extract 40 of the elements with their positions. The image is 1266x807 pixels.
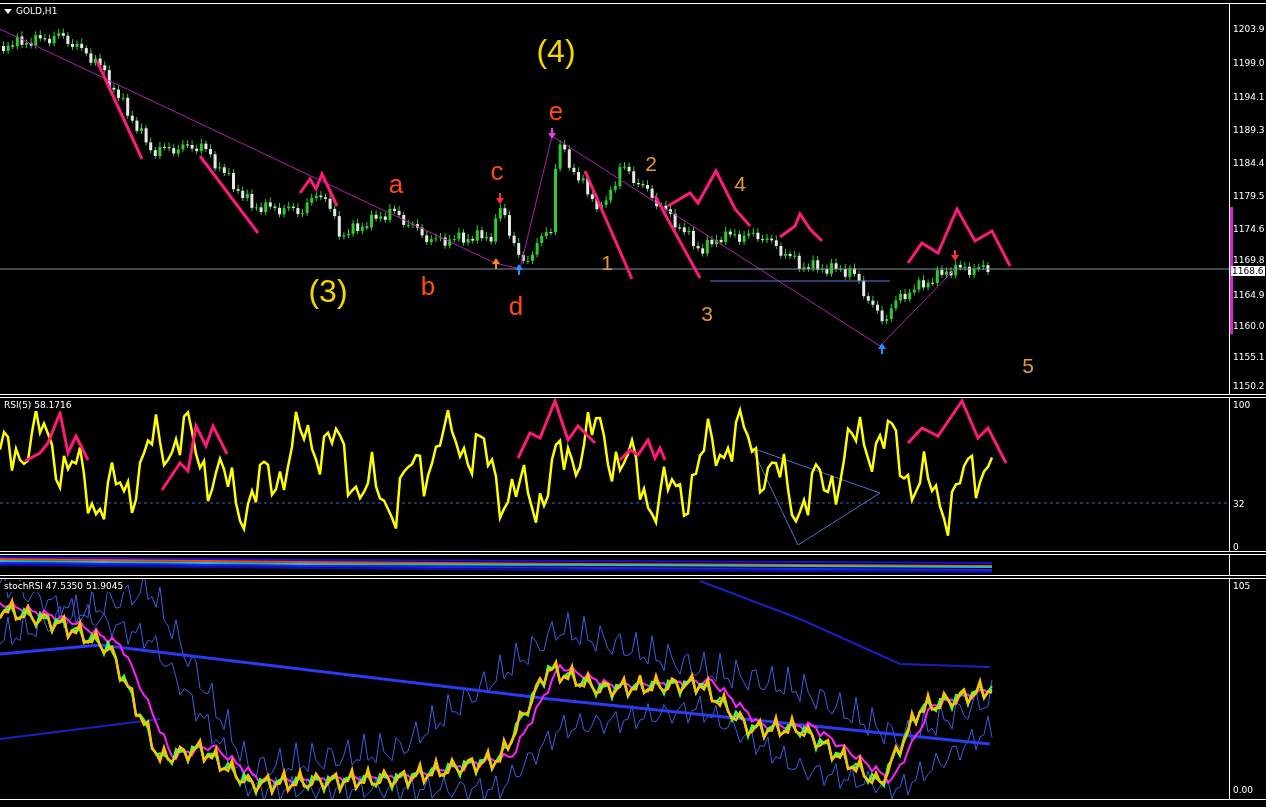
chart-title: stochRSI 47.5350 51.9045 (4, 581, 124, 592)
up-arrow-icon (492, 258, 500, 269)
axis-label: 1160.0 (1233, 321, 1265, 331)
price-label: 1168.6 (1231, 266, 1265, 276)
axis-label: 32 (1233, 499, 1245, 509)
wave-label: b (420, 271, 436, 302)
axis-label: 1179.5 (1233, 191, 1265, 201)
wave-label: c (490, 156, 504, 187)
up-arrow-icon (515, 264, 523, 275)
down-arrow-icon (951, 250, 959, 261)
triangle-icon[interactable] (4, 9, 12, 14)
axis-label: 1189.3 (1233, 125, 1265, 135)
wave-label: 2 (645, 152, 657, 176)
wave-label: 3 (701, 302, 713, 326)
chart-title: RSI(5) 58.1716 (4, 400, 72, 411)
wave-label: e (548, 96, 564, 127)
axis-label: 0.00 (1233, 785, 1254, 795)
axis-label: 100 (1233, 400, 1251, 410)
wave-label: (4) (536, 33, 576, 70)
wave-label: 1 (601, 251, 613, 275)
chart-title: GOLD,H1 (16, 6, 58, 17)
wave-label: 4 (734, 172, 746, 196)
wave-label: a (388, 169, 404, 200)
axis-label: 1164.9 (1233, 290, 1265, 300)
up-arrow-icon (878, 343, 886, 354)
wave-label: d (508, 291, 524, 322)
axis-label: 105 (1233, 581, 1251, 591)
axis-label: 1169.8 (1233, 255, 1265, 265)
down-arrow-icon (548, 128, 556, 139)
axis-label: 1155.1 (1233, 352, 1265, 362)
axis-label: 1174.6 (1233, 224, 1265, 234)
axis-label: 1199.0 (1233, 58, 1265, 68)
wave-label: (3) (308, 273, 348, 310)
axis-label: 0 (1233, 542, 1239, 551)
axis-label: 1150.2 (1233, 381, 1265, 391)
wave-label: 5 (1022, 354, 1034, 378)
axis-label: 1203.9 (1233, 24, 1265, 34)
axis-label: 1184.4 (1233, 158, 1265, 168)
axis-label: 1194.1 (1233, 92, 1265, 102)
down-arrow-icon (496, 193, 504, 204)
